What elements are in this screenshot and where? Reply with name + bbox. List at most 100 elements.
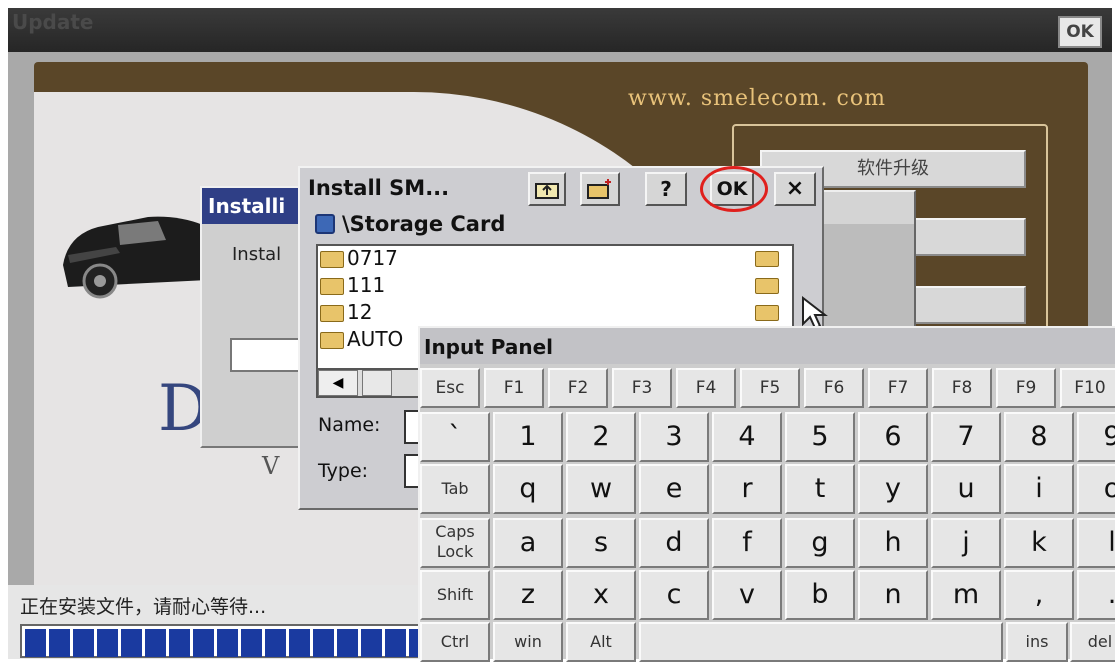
key-f6[interactable]: F6 — [804, 368, 864, 408]
status-text: 正在安装文件，请耐心等待... — [20, 596, 267, 618]
key-6[interactable]: 6 — [858, 412, 928, 462]
key-v[interactable]: v — [712, 570, 782, 620]
key-del[interactable]: del — [1070, 622, 1115, 662]
key-x[interactable]: x — [566, 570, 636, 620]
key-space[interactable] — [639, 622, 1003, 662]
key-f9[interactable]: F9 — [996, 368, 1056, 408]
key-2[interactable]: 2 — [566, 412, 636, 462]
key-u[interactable]: u — [931, 464, 1001, 514]
key-n[interactable]: n — [858, 570, 928, 620]
key-f1[interactable]: F1 — [484, 368, 544, 408]
key-d[interactable]: d — [639, 518, 709, 568]
key-e[interactable]: e — [639, 464, 709, 514]
list-item[interactable]: 111 — [320, 273, 385, 299]
key-f7[interactable]: F7 — [868, 368, 928, 408]
scroll-left-button[interactable]: ◀ — [318, 370, 358, 396]
key-1[interactable]: 1 — [493, 412, 563, 462]
list-item[interactable]: 12 — [320, 300, 372, 326]
key-c[interactable]: c — [639, 570, 709, 620]
key-y[interactable]: y — [858, 464, 928, 514]
storage-icon — [315, 214, 335, 234]
key-f5[interactable]: F5 — [740, 368, 800, 408]
progress-segment — [97, 629, 118, 657]
key-m[interactable]: m — [931, 570, 1001, 620]
key-q[interactable]: q — [493, 464, 563, 514]
key-esc[interactable]: Esc — [420, 368, 480, 408]
file-name: 12 — [347, 300, 373, 324]
progress-bar — [20, 624, 430, 658]
progress-segment — [73, 629, 94, 657]
scroll-thumb[interactable] — [362, 370, 392, 396]
key-`[interactable]: ` — [420, 412, 490, 462]
key-win[interactable]: win — [493, 622, 563, 662]
window-title: Update — [12, 10, 94, 34]
progress-segment — [49, 629, 70, 657]
ok-highlight-circle — [700, 166, 768, 212]
key-ins[interactable]: ins — [1006, 622, 1068, 662]
key-f3[interactable]: F3 — [612, 368, 672, 408]
key-Alt[interactable]: Alt — [566, 622, 636, 662]
folder-icon — [755, 305, 779, 321]
progress-segment — [169, 629, 190, 657]
key-3[interactable]: 3 — [639, 412, 709, 462]
key-o[interactable]: o — [1077, 464, 1115, 514]
file-name: 0717 — [347, 246, 398, 270]
key-f[interactable]: f — [712, 518, 782, 568]
folder-up-icon[interactable] — [528, 172, 566, 206]
folder-icon — [320, 332, 344, 349]
key-tab[interactable]: Tab — [420, 464, 490, 514]
name-label: Name: — [318, 414, 381, 436]
progress-segment — [289, 629, 310, 657]
install-dialog-label: Instal — [232, 244, 282, 265]
progress-segment — [337, 629, 358, 657]
key-Ctrl[interactable]: Ctrl — [420, 622, 490, 662]
folder-icon — [320, 251, 344, 268]
list-item[interactable]: AUTO — [320, 327, 403, 353]
key-,[interactable]: , — [1004, 570, 1074, 620]
key-f4[interactable]: F4 — [676, 368, 736, 408]
progress-segment — [25, 629, 46, 657]
key-j[interactable]: j — [931, 518, 1001, 568]
key-r[interactable]: r — [712, 464, 782, 514]
key-h[interactable]: h — [858, 518, 928, 568]
key-a[interactable]: a — [493, 518, 563, 568]
key-f2[interactable]: F2 — [548, 368, 608, 408]
key-k[interactable]: k — [1004, 518, 1074, 568]
file-dialog-title: Install SM... — [308, 176, 450, 200]
key-f10[interactable]: F10 — [1060, 368, 1115, 408]
progress-segment — [313, 629, 334, 657]
key-b[interactable]: b — [785, 570, 855, 620]
key-9[interactable]: 9 — [1077, 412, 1115, 462]
key-shift[interactable]: Shift — [420, 570, 490, 620]
file-name: AUTO — [347, 327, 404, 351]
car-image — [63, 216, 208, 299]
key-8[interactable]: 8 — [1004, 412, 1074, 462]
key-g[interactable]: g — [785, 518, 855, 568]
type-label: Type: — [318, 460, 369, 482]
key-caps-lock[interactable]: Caps Lock — [420, 518, 490, 568]
key-s[interactable]: s — [566, 518, 636, 568]
website-url: www. smelecom. com — [628, 86, 886, 111]
key-i[interactable]: i — [1004, 464, 1074, 514]
progress-segment — [121, 629, 142, 657]
key-5[interactable]: 5 — [785, 412, 855, 462]
folder-icon — [755, 278, 779, 294]
list-item[interactable]: 0717 — [320, 246, 398, 272]
key-f8[interactable]: F8 — [932, 368, 992, 408]
new-folder-icon[interactable] — [580, 172, 620, 206]
progress-segment — [145, 629, 166, 657]
key-t[interactable]: t — [785, 464, 855, 514]
key-l[interactable]: l — [1077, 518, 1115, 568]
update-ok-button[interactable]: OK — [1058, 16, 1102, 48]
help-button[interactable]: ? — [645, 172, 687, 206]
input-panel-title: Input Panel — [424, 335, 554, 359]
close-button[interactable]: × — [774, 172, 816, 206]
key-.[interactable]: . — [1077, 570, 1115, 620]
key-w[interactable]: w — [566, 464, 636, 514]
key-4[interactable]: 4 — [712, 412, 782, 462]
current-path: \Storage Card — [342, 212, 506, 236]
progress-segment — [265, 629, 286, 657]
key-z[interactable]: z — [493, 570, 563, 620]
key-7[interactable]: 7 — [931, 412, 1001, 462]
progress-segment — [385, 629, 406, 657]
